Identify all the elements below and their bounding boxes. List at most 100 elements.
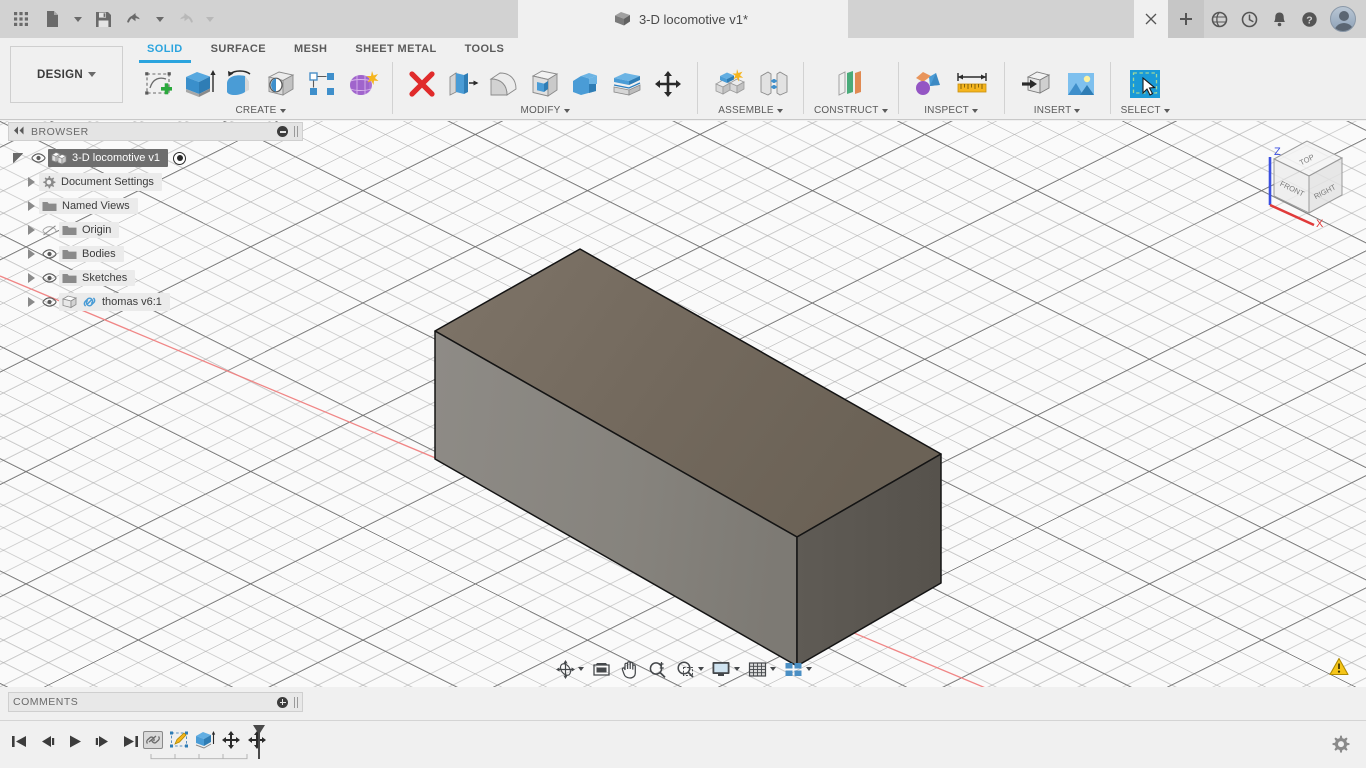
play-button[interactable] [64, 730, 86, 752]
tree-row-bodies[interactable]: Bodies [8, 242, 303, 266]
new-file-caret-icon[interactable] [70, 4, 86, 34]
construct-group-label[interactable]: CONSTRUCT [814, 105, 888, 116]
move-copy-icon[interactable] [649, 64, 687, 104]
look-at-button[interactable] [588, 656, 614, 682]
tree-node-bodies[interactable]: Bodies [59, 246, 124, 262]
timeline-end-marker[interactable] [252, 724, 266, 760]
step-back-button[interactable] [36, 730, 58, 752]
zoom-window-button[interactable] [672, 656, 706, 682]
expand-triangle-icon[interactable] [28, 177, 35, 187]
expand-triangle-open-icon[interactable] [12, 152, 25, 165]
tab-mesh[interactable]: MESH [280, 38, 341, 60]
split-face-icon[interactable] [608, 64, 646, 104]
document-tab[interactable]: 3-D locomotive v1* [518, 0, 848, 38]
globe-icon[interactable] [1204, 0, 1234, 38]
go-to-beginning-button[interactable] [8, 730, 30, 752]
offset-plane-icon[interactable] [829, 64, 873, 104]
offset-face-icon[interactable] [444, 64, 482, 104]
tree-row-thomas[interactable]: thomas v6:1 [8, 290, 303, 314]
help-icon[interactable]: ? [1294, 0, 1324, 38]
assemble-group-label[interactable]: ASSEMBLE [718, 105, 783, 116]
grid-snaps-button[interactable] [744, 656, 778, 682]
expand-triangle-icon[interactable] [28, 273, 35, 283]
insert-group-label[interactable]: INSERT [1034, 105, 1081, 116]
comments-panel[interactable]: COMMENTS [8, 692, 303, 712]
redo-icon[interactable] [170, 4, 200, 34]
press-pull-icon[interactable] [403, 64, 441, 104]
joint-icon[interactable] [755, 64, 793, 104]
display-settings-button[interactable] [708, 656, 742, 682]
timeline-sketch-feature[interactable] [166, 727, 192, 753]
activate-component-radio[interactable] [173, 151, 187, 165]
browser-minimize-icon[interactable] [277, 126, 288, 137]
visibility-eye-icon[interactable] [39, 249, 59, 259]
fillet-icon[interactable] [485, 64, 523, 104]
visibility-eye-icon[interactable] [39, 297, 59, 307]
expand-triangle-icon[interactable] [28, 297, 35, 307]
undo-icon[interactable] [120, 4, 150, 34]
insert-derive-icon[interactable] [1015, 64, 1059, 104]
viewports-button[interactable] [780, 656, 814, 682]
select-group-label[interactable]: SELECT [1121, 105, 1170, 116]
browser-collapse-icon[interactable] [13, 126, 25, 138]
bell-icon[interactable] [1264, 0, 1294, 38]
browser-resize-grip[interactable] [294, 126, 298, 137]
new-file-icon[interactable] [38, 4, 68, 34]
clock-icon[interactable] [1234, 0, 1264, 38]
tree-row-named-views[interactable]: Named Views [8, 194, 303, 218]
create-sketch-icon[interactable] [139, 64, 177, 104]
comments-resize-grip[interactable] [294, 696, 298, 708]
view-cube[interactable]: Z X TOP FRONT RIGHT [1252, 129, 1352, 229]
tree-node-document-settings[interactable]: Document Settings [39, 173, 162, 191]
inspect-group-label[interactable]: INSPECT [924, 105, 978, 116]
warning-triangle-icon[interactable] [1329, 657, 1349, 677]
select-window-icon[interactable] [1126, 64, 1164, 104]
orbit-button[interactable] [552, 656, 586, 682]
tree-node-origin[interactable]: Origin [59, 222, 120, 238]
undo-caret-icon[interactable] [152, 4, 168, 34]
go-to-end-button[interactable] [120, 730, 142, 752]
tab-surface[interactable]: SURFACE [197, 38, 280, 60]
combine-icon[interactable] [567, 64, 605, 104]
new-tab-icon[interactable] [1168, 0, 1204, 38]
expand-triangle-icon[interactable] [28, 225, 35, 235]
tab-tools[interactable]: TOOLS [451, 38, 519, 60]
zoom-button[interactable] [644, 656, 670, 682]
save-icon[interactable] [88, 4, 118, 34]
create-group-label[interactable]: CREATE [235, 105, 286, 116]
expand-triangle-icon[interactable] [28, 249, 35, 259]
rectangular-pattern-icon[interactable] [303, 64, 341, 104]
step-forward-button[interactable] [92, 730, 114, 752]
visibility-eye-hidden-icon[interactable] [39, 224, 59, 236]
app-grid-icon[interactable] [6, 4, 36, 34]
revolve-icon[interactable] [221, 64, 259, 104]
expand-triangle-icon[interactable] [28, 201, 35, 211]
insert-canvas-icon[interactable] [1062, 64, 1100, 104]
new-component-icon[interactable] [708, 64, 752, 104]
close-icon[interactable] [1134, 0, 1168, 38]
section-analysis-icon[interactable] [909, 64, 947, 104]
tree-row-root[interactable]: 3-D locomotive v1 [8, 146, 303, 170]
timeline-extrude-feature[interactable] [192, 727, 218, 753]
tree-node-named-views[interactable]: Named Views [39, 198, 138, 214]
redo-caret-icon[interactable] [202, 4, 218, 34]
workspace-selector[interactable]: DESIGN [10, 46, 123, 103]
add-comment-icon[interactable] [277, 696, 288, 708]
tab-solid[interactable]: SOLID [133, 38, 197, 63]
tree-row-origin[interactable]: Origin [8, 218, 303, 242]
timeline-joint-feature[interactable] [140, 727, 166, 753]
timeline-move-feature-1[interactable] [218, 727, 244, 753]
tree-node-sketches[interactable]: Sketches [59, 270, 136, 286]
shell-icon[interactable] [526, 64, 564, 104]
avatar[interactable] [1330, 6, 1356, 32]
tree-row-sketches[interactable]: Sketches [8, 266, 303, 290]
hole-icon[interactable] [262, 64, 300, 104]
tab-sheet-metal[interactable]: SHEET METAL [341, 38, 450, 60]
create-form-icon[interactable] [344, 64, 382, 104]
modify-group-label[interactable]: MODIFY [520, 105, 570, 116]
measure-icon[interactable] [950, 64, 994, 104]
extrude-icon[interactable] [180, 64, 218, 104]
tree-row-document-settings[interactable]: Document Settings [8, 170, 303, 194]
settings-gear-icon[interactable] [1330, 733, 1352, 755]
visibility-eye-icon[interactable] [39, 273, 59, 283]
